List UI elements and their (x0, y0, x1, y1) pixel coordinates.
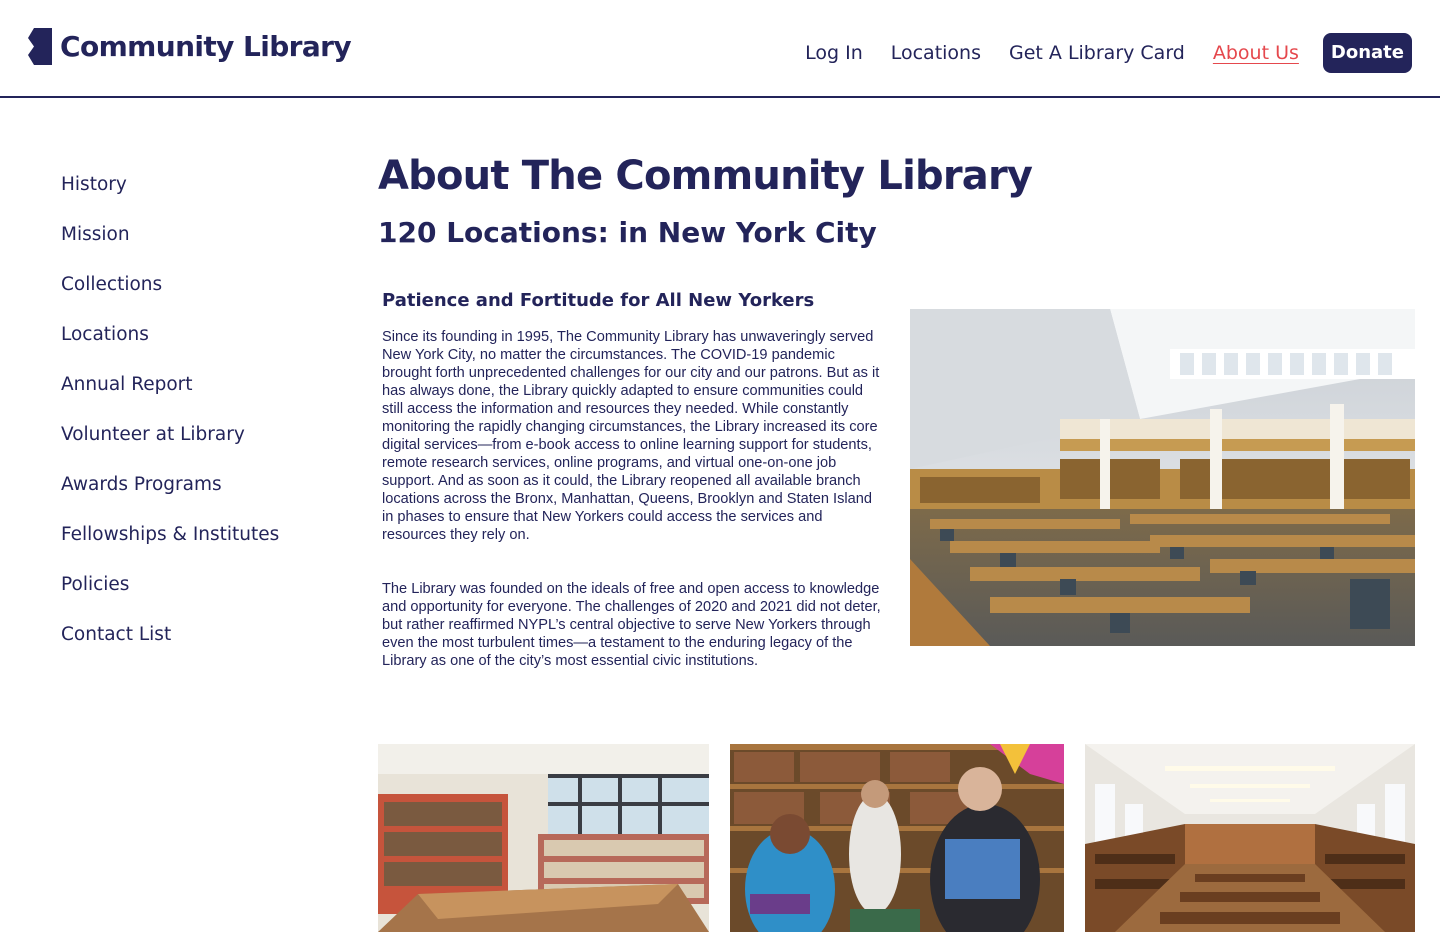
sidebar-item-fellowships: Fellowships & Institutes (61, 510, 341, 560)
sidebar-item-locations: Locations (61, 310, 341, 360)
sidebar-link-contact[interactable]: Contact List (61, 625, 171, 645)
sidebar-link-history[interactable]: History (61, 175, 127, 195)
page-title: About The Community Library (378, 153, 1033, 199)
site-header: Community Library Log In Locations Get A… (0, 0, 1440, 98)
classroom-library-photo (378, 744, 709, 932)
sidebar-link-collections[interactable]: Collections (61, 275, 162, 295)
sidebar-item-policies: Policies (61, 560, 341, 610)
reading-room-photo (910, 309, 1415, 646)
sidebar-link-annual-report[interactable]: Annual Report (61, 375, 193, 395)
body-paragraph-2: The Library was founded on the ideals of… (382, 581, 881, 669)
nav-login[interactable]: Log In (805, 33, 863, 73)
site-name: Community Library (60, 29, 352, 63)
sidebar-link-awards[interactable]: Awards Programs (61, 475, 222, 495)
sidebar-item-awards: Awards Programs (61, 460, 341, 510)
donate-button[interactable]: Donate (1322, 33, 1412, 73)
sidebar-item-history: History (61, 160, 341, 210)
library-event-photo (730, 744, 1064, 932)
sidebar-item-contact: Contact List (61, 610, 341, 660)
page-subtitle: 120 Locations: in New York City (378, 216, 877, 249)
main-nav: Log In Locations Get A Library Card Abou… (777, 33, 1412, 73)
sidebar-link-mission[interactable]: Mission (61, 225, 130, 245)
body-paragraph-1: Since its founding in 1995, The Communit… (382, 329, 880, 543)
sidebar-item-volunteer: Volunteer at Library (61, 410, 341, 460)
sidebar-link-volunteer[interactable]: Volunteer at Library (61, 425, 245, 445)
sidebar-link-policies[interactable]: Policies (61, 575, 129, 595)
site-logo[interactable]: Community Library (24, 28, 352, 65)
section-heading: Patience and Fortitude for All New Yorke… (382, 290, 815, 311)
nav-about-us[interactable]: About Us (1213, 33, 1299, 73)
sidebar-item-collections: Collections (61, 260, 341, 310)
nav-library-card[interactable]: Get A Library Card (1009, 33, 1185, 73)
reading-hall-photo (1085, 744, 1415, 932)
sidebar-link-locations[interactable]: Locations (61, 325, 149, 345)
about-sidebar: History Mission Collections Locations An… (61, 160, 341, 660)
sidebar-item-mission: Mission (61, 210, 341, 260)
bookmark-logo-icon (24, 28, 52, 65)
sidebar-link-fellowships[interactable]: Fellowships & Institutes (61, 525, 279, 545)
nav-locations[interactable]: Locations (891, 33, 981, 73)
sidebar-item-annual-report: Annual Report (61, 360, 341, 410)
